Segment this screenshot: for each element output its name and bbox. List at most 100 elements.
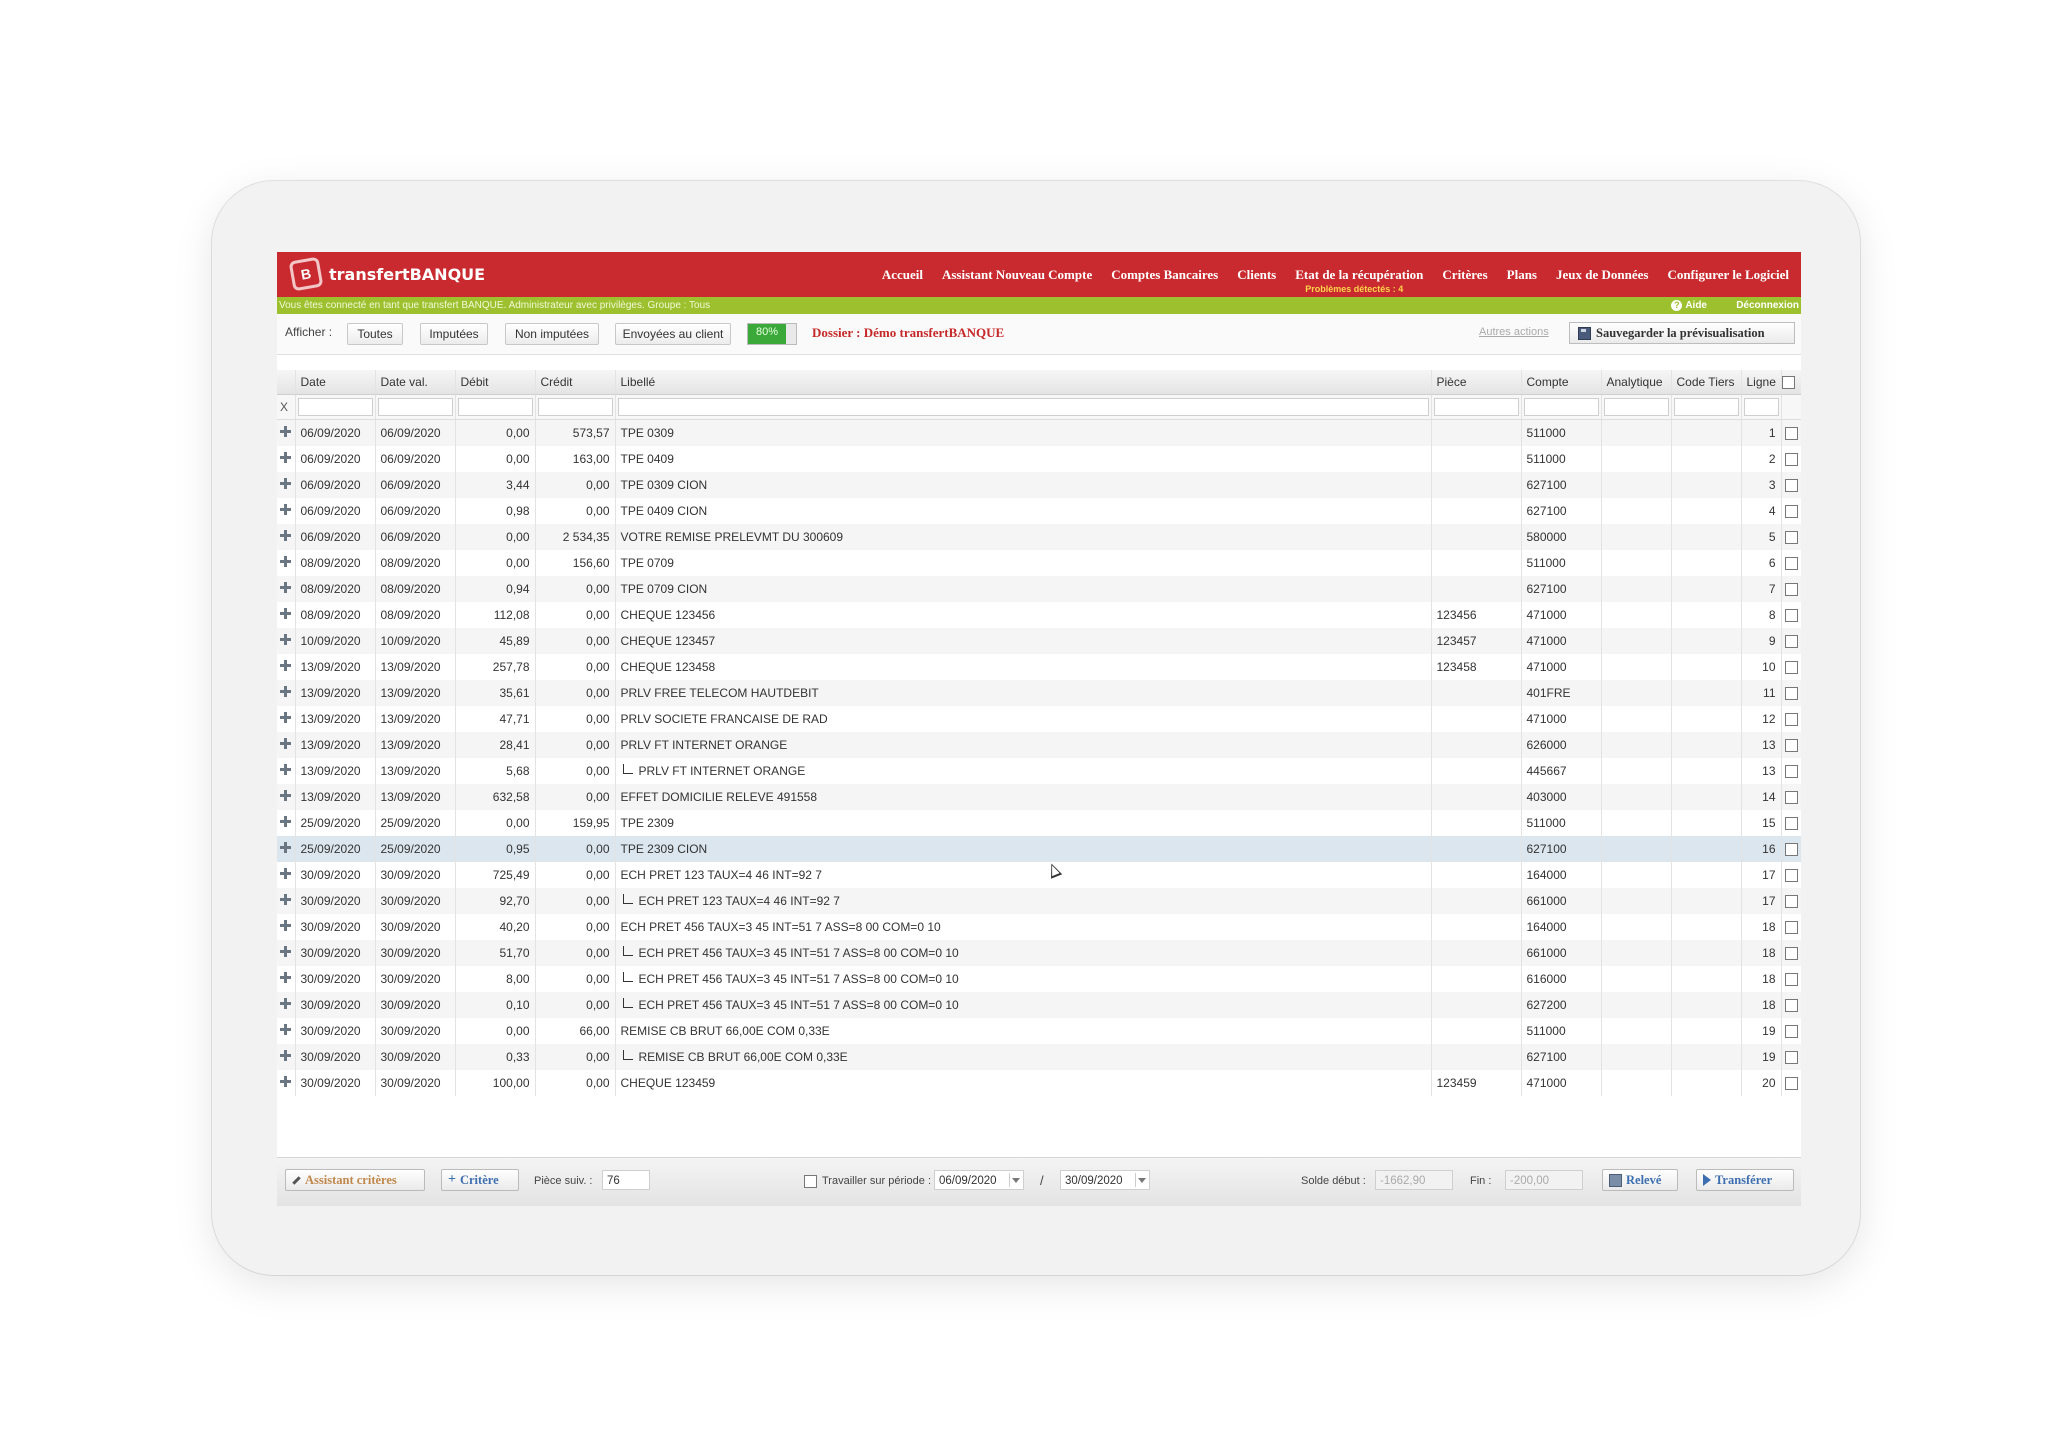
piece-cell[interactable] (1431, 732, 1522, 758)
libelle-cell[interactable]: TPE 0309 (615, 419, 1432, 446)
expand-plus-icon[interactable] (280, 842, 292, 853)
analytique-cell[interactable] (1601, 576, 1672, 602)
column-header[interactable]: Date val. (375, 370, 456, 395)
libelle-cell[interactable]: ECH PRET 123 TAUX=4 46 INT=92 7 (615, 888, 1432, 914)
row-select-checkbox[interactable] (1784, 427, 1798, 441)
date-val-cell[interactable]: 08/09/2020 (375, 602, 456, 628)
expand-plus-icon[interactable] (280, 764, 292, 775)
debit-cell[interactable]: 45,89 (455, 628, 536, 654)
date-val-cell[interactable]: 30/09/2020 (375, 1044, 456, 1070)
ligne-cell[interactable]: 18 (1741, 966, 1782, 992)
debit-cell[interactable]: 112,08 (455, 602, 536, 628)
ligne-cell[interactable]: 19 (1741, 1018, 1782, 1044)
period-end-date-select[interactable]: 30/09/2020 (1060, 1170, 1150, 1190)
libelle-cell[interactable]: CHEQUE 123458 (615, 654, 1432, 680)
save-preview-button[interactable]: Sauvegarder la prévisualisation (1569, 322, 1795, 344)
piece-cell[interactable] (1431, 992, 1522, 1018)
table-row[interactable]: 06/09/2020 06/09/2020 0,00 163,00 TPE 0409 51… (277, 446, 1801, 472)
analytique-cell[interactable] (1601, 706, 1672, 732)
piece-cell[interactable]: 123457 (1431, 628, 1522, 654)
date-val-cell[interactable]: 30/09/2020 (375, 1070, 456, 1096)
debit-cell[interactable]: 0,95 (455, 836, 536, 862)
analytique-cell[interactable] (1601, 888, 1672, 914)
credit-cell[interactable]: 0,00 (535, 602, 616, 628)
credit-cell[interactable]: 0,00 (535, 498, 616, 524)
analytique-cell[interactable] (1601, 836, 1672, 862)
piece-suivante-input[interactable]: 76 (602, 1170, 650, 1190)
date-cell[interactable]: 13/09/2020 (295, 784, 376, 810)
row-select-checkbox[interactable] (1784, 921, 1798, 935)
date-cell[interactable]: 06/09/2020 (295, 419, 376, 446)
ligne-cell[interactable]: 16 (1741, 836, 1782, 862)
transferer-button[interactable]: Transférer (1696, 1169, 1794, 1191)
date-cell[interactable]: 08/09/2020 (295, 550, 376, 576)
filter-libelle-input[interactable] (617, 398, 1429, 416)
date-val-cell[interactable]: 13/09/2020 (375, 680, 456, 706)
libelle-cell[interactable]: PRLV FT INTERNET ORANGE (615, 732, 1432, 758)
code-tiers-cell[interactable] (1671, 992, 1742, 1018)
filter-ligne-input[interactable] (1743, 398, 1779, 416)
piece-cell[interactable] (1431, 940, 1522, 966)
compte-cell[interactable]: 627100 (1521, 498, 1602, 524)
expand-plus-icon[interactable] (280, 556, 292, 567)
expand-plus-icon[interactable] (280, 894, 292, 905)
debit-cell[interactable]: 632,58 (455, 784, 536, 810)
compte-cell[interactable]: 627100 (1521, 836, 1602, 862)
table-row[interactable]: 30/09/2020 30/09/2020 40,20 0,00 ECH PRET 45… (277, 914, 1801, 940)
expand-plus-icon[interactable] (280, 946, 292, 957)
libelle-cell[interactable]: TPE 0709 (615, 550, 1432, 576)
ligne-cell[interactable]: 3 (1741, 472, 1782, 498)
compte-cell[interactable]: 626000 (1521, 732, 1602, 758)
credit-cell[interactable]: 0,00 (535, 966, 616, 992)
row-select-checkbox[interactable] (1784, 817, 1798, 831)
table-row[interactable]: 06/09/2020 06/09/2020 3,44 0,00 TPE 0309 CIO… (277, 472, 1801, 498)
analytique-cell[interactable] (1601, 966, 1672, 992)
libelle-cell[interactable]: TPE 0409 (615, 446, 1432, 472)
date-val-cell[interactable]: 08/09/2020 (375, 576, 456, 602)
travailler-periode-checkbox[interactable] (804, 1175, 817, 1188)
code-tiers-cell[interactable] (1671, 498, 1742, 524)
libelle-cell[interactable]: REMISE CB BRUT 66,00E COM 0,33E (615, 1018, 1432, 1044)
row-select-checkbox[interactable] (1784, 479, 1798, 493)
date-cell[interactable]: 06/09/2020 (295, 524, 376, 550)
ligne-cell[interactable]: 2 (1741, 446, 1782, 472)
compte-cell[interactable]: 511000 (1521, 446, 1602, 472)
debit-cell[interactable]: 35,61 (455, 680, 536, 706)
date-cell[interactable]: 30/09/2020 (295, 1070, 376, 1096)
libelle-cell[interactable]: EFFET DOMICILIE RELEVE 491558 (615, 784, 1432, 810)
table-row[interactable]: 30/09/2020 30/09/2020 100,00 0,00 CHEQUE 123… (277, 1070, 1801, 1096)
date-val-cell[interactable]: 06/09/2020 (375, 446, 456, 472)
credit-cell[interactable]: 2 534,35 (535, 524, 616, 550)
table-row[interactable]: 13/09/2020 13/09/2020 632,58 0,00 EFFET DOMI… (277, 784, 1801, 810)
expand-plus-icon[interactable] (280, 816, 292, 827)
debit-cell[interactable]: 0,00 (455, 524, 536, 550)
debit-cell[interactable]: 0,94 (455, 576, 536, 602)
analytique-cell[interactable] (1601, 524, 1672, 550)
code-tiers-cell[interactable] (1671, 862, 1742, 888)
credit-cell[interactable]: 156,60 (535, 550, 616, 576)
credit-cell[interactable]: 0,00 (535, 654, 616, 680)
row-select-checkbox[interactable] (1784, 687, 1798, 701)
credit-cell[interactable]: 0,00 (535, 1070, 616, 1096)
compte-cell[interactable]: 471000 (1521, 706, 1602, 732)
filter-piece-input[interactable] (1433, 398, 1519, 416)
date-val-cell[interactable]: 08/09/2020 (375, 550, 456, 576)
expand-plus-icon[interactable] (280, 582, 292, 593)
filter-envoyees-client-button[interactable]: Envoyées au client (615, 323, 731, 345)
piece-cell[interactable] (1431, 914, 1522, 940)
libelle-cell[interactable]: PRLV FT INTERNET ORANGE (615, 758, 1432, 784)
piece-cell[interactable] (1431, 758, 1522, 784)
code-tiers-cell[interactable] (1671, 419, 1742, 446)
libelle-cell[interactable]: VOTRE REMISE PRELEVMT DU 300609 (615, 524, 1432, 550)
credit-cell[interactable]: 573,57 (535, 419, 616, 446)
expand-plus-icon[interactable] (280, 504, 292, 515)
analytique-cell[interactable] (1601, 810, 1672, 836)
code-tiers-cell[interactable] (1671, 888, 1742, 914)
compte-cell[interactable]: 471000 (1521, 1070, 1602, 1096)
nav-item[interactable]: Configurer le Logiciel (1667, 267, 1789, 283)
code-tiers-cell[interactable] (1671, 784, 1742, 810)
debit-cell[interactable]: 0,00 (455, 550, 536, 576)
compte-cell[interactable]: 471000 (1521, 654, 1602, 680)
piece-cell[interactable] (1431, 888, 1522, 914)
compte-cell[interactable]: 403000 (1521, 784, 1602, 810)
